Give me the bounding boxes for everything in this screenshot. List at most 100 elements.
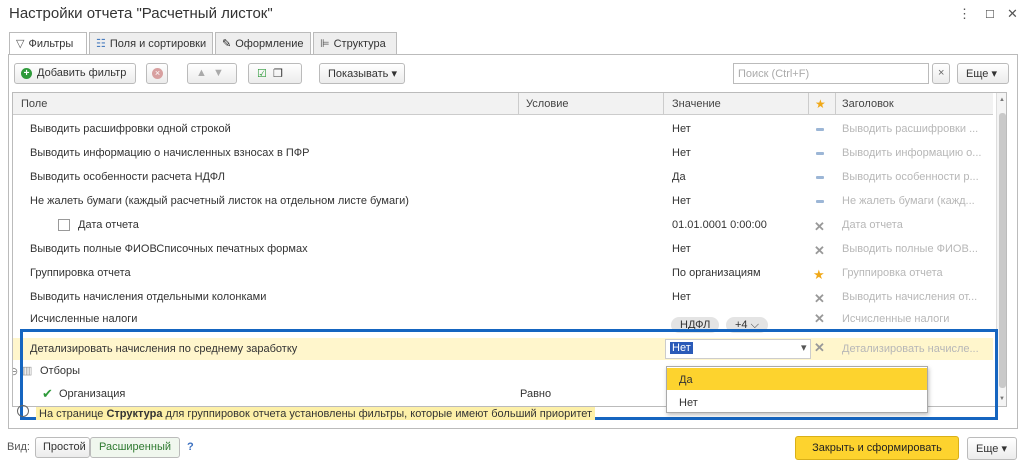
scroll-thumb[interactable] [999, 113, 1006, 388]
table-row[interactable]: Выводить начисления отдельными колонками… [13, 285, 993, 309]
footer-more-button[interactable]: Еще ▾ [967, 437, 1017, 460]
close-and-build-button[interactable]: Закрыть и сформировать [795, 436, 959, 460]
row-value[interactable]: Нет [672, 195, 691, 207]
window-title: Настройки отчета "Расчетный листок" [9, 5, 273, 22]
row-header[interactable]: Выводить информацию о... [842, 147, 981, 159]
tab-filters[interactable]: ▽ Фильтры [9, 32, 87, 55]
row-header[interactable]: Дата отчета [842, 219, 903, 231]
add-icon: + [21, 68, 32, 79]
check-group-icon[interactable]: ☑ [257, 68, 267, 80]
table-row[interactable]: Группировка отчета По организациям ★ Гру… [13, 261, 993, 285]
show-dropdown-button[interactable]: Показывать ▾ [319, 63, 405, 84]
column-value[interactable]: Значение [672, 98, 721, 110]
move-up-icon[interactable]: ▲ [196, 67, 207, 79]
tab-label: Структура [333, 38, 386, 50]
column-header[interactable]: Заголовок [842, 98, 894, 110]
row-field: Исчисленные налоги [30, 313, 138, 325]
table-row[interactable]: Выводить информацию о начисленных взноса… [13, 141, 993, 165]
remove-x-icon[interactable]: ✕ [814, 311, 825, 327]
tab-label: Оформление [235, 38, 304, 50]
collapse-icon[interactable]: ⊖ [13, 365, 18, 378]
table-row[interactable]: Выводить особенности расчета НДФЛ Да Выв… [13, 165, 993, 189]
more-menu-icon[interactable]: ⋮ [958, 6, 971, 22]
search-input[interactable]: Поиск (Ctrl+F) [733, 63, 929, 84]
info-text-before: На странице [39, 408, 107, 420]
row-field: Не жалеть бумаги (каждый расчетный листо… [30, 195, 409, 207]
more-button[interactable]: Еще ▾ [957, 63, 1009, 84]
checkbox[interactable] [58, 219, 70, 231]
row-value[interactable]: 01.01.0001 0:00:00 [672, 219, 767, 231]
row-value[interactable]: Нет [672, 147, 691, 159]
star-icon[interactable]: ★ [813, 267, 825, 283]
add-filter-label: Добавить фильтр [37, 67, 127, 79]
fields-icon: ☷ [96, 38, 106, 50]
table-row[interactable]: Не жалеть бумаги (каждый расчетный листо… [13, 189, 993, 213]
structure-icon: ⊫ [320, 38, 330, 50]
close-icon[interactable]: ✕ [1007, 6, 1018, 22]
tab-label: Фильтры [28, 38, 74, 50]
row-header[interactable]: Выводить полные ФИОВ... [842, 243, 978, 255]
value-dropdown-list[interactable]: Да Нет [666, 366, 928, 413]
more-label: Еще [966, 68, 989, 80]
help-icon[interactable]: ? [187, 441, 194, 453]
remove-x-icon[interactable]: ✕ [814, 291, 825, 307]
view-extended-button[interactable]: Расширенный [90, 437, 180, 458]
table-row[interactable]: Выводить полные ФИОВСписочных печатных ф… [13, 237, 993, 261]
row-value[interactable]: Нет [672, 243, 691, 255]
tab-fields-sorting[interactable]: ☷ Поля и сортировки [89, 32, 213, 54]
table-row[interactable]: Дата отчета 01.01.0001 0:00:00 ✕ Дата от… [13, 213, 993, 237]
row-value[interactable]: Нет [672, 291, 691, 303]
info-icon [17, 405, 29, 417]
copy-icon[interactable]: ❐ [273, 68, 283, 80]
show-label: Показывать [328, 68, 389, 80]
delete-button[interactable]: × [146, 63, 168, 84]
move-down-icon[interactable]: ▼ [213, 67, 224, 79]
dropdown-option-yes[interactable]: Да [667, 368, 927, 390]
tab-structure[interactable]: ⊫ Структура [313, 32, 397, 54]
add-filter-button[interactable]: + Добавить фильтр [14, 63, 136, 84]
column-condition[interactable]: Условие [526, 98, 569, 110]
tab-design[interactable]: ✎ Оформление [215, 32, 311, 54]
tab-label: Поля и сортировки [109, 38, 207, 50]
column-field[interactable]: Поле [21, 98, 47, 110]
minus-icon[interactable] [816, 176, 824, 179]
row-field: Выводить расшифровки одной строкой [30, 123, 231, 135]
minus-icon[interactable] [816, 200, 824, 203]
view-label: Вид: [7, 441, 30, 453]
maximize-icon[interactable]: ☐ [985, 8, 995, 21]
row-field: Выводить информацию о начисленных взноса… [30, 147, 310, 159]
structure-link[interactable]: Структура [106, 408, 162, 420]
view-simple-button[interactable]: Простой [35, 437, 90, 458]
minus-icon[interactable] [816, 152, 824, 155]
row-header[interactable]: Выводить расшифровки ... [842, 123, 978, 135]
minus-icon[interactable] [816, 128, 824, 131]
scroll-down-icon[interactable]: ▼ [999, 396, 1005, 402]
row-value[interactable]: Да [672, 171, 686, 183]
row-field: Выводить полные ФИОВСписочных печатных ф… [30, 243, 308, 255]
row-header[interactable]: Выводить начисления от... [842, 291, 977, 303]
row-field: Группировка отчета [30, 267, 131, 279]
row-header[interactable]: Выводить особенности р... [842, 171, 979, 183]
row-value[interactable]: Нет [672, 123, 691, 135]
remove-x-icon[interactable]: ✕ [814, 243, 825, 259]
row-header[interactable]: Не жалеть бумаги (кажд... [842, 195, 975, 207]
brush-icon: ✎ [222, 38, 232, 50]
table-row[interactable]: Выводить расшифровки одной строкой Нет В… [13, 117, 993, 141]
info-text-after: для группировок отчета установлены фильт… [162, 408, 593, 420]
row-value[interactable]: По организациям [672, 267, 761, 279]
info-message: На странице Структура для группировок от… [36, 407, 596, 420]
search-clear-button[interactable]: × [932, 63, 950, 84]
dropdown-option-no[interactable]: Нет [667, 391, 927, 413]
row-field: Выводить начисления отдельными колонками [30, 291, 267, 303]
row-header[interactable]: Группировка отчета [842, 267, 943, 279]
scroll-up-icon[interactable]: ▲ [999, 97, 1005, 103]
filter-icon: ▽ [16, 38, 25, 50]
row-header[interactable]: Исчисленные налоги [842, 313, 949, 325]
group-buttons[interactable]: ☑ ❐ [248, 63, 302, 84]
delete-icon: × [152, 68, 163, 79]
remove-x-icon[interactable]: ✕ [814, 219, 825, 235]
move-buttons[interactable]: ▲ ▼ [187, 63, 237, 84]
row-field: Дата отчета [78, 219, 139, 231]
star-column-icon[interactable]: ★ [815, 97, 826, 111]
row-field: Выводить особенности расчета НДФЛ [30, 171, 225, 183]
